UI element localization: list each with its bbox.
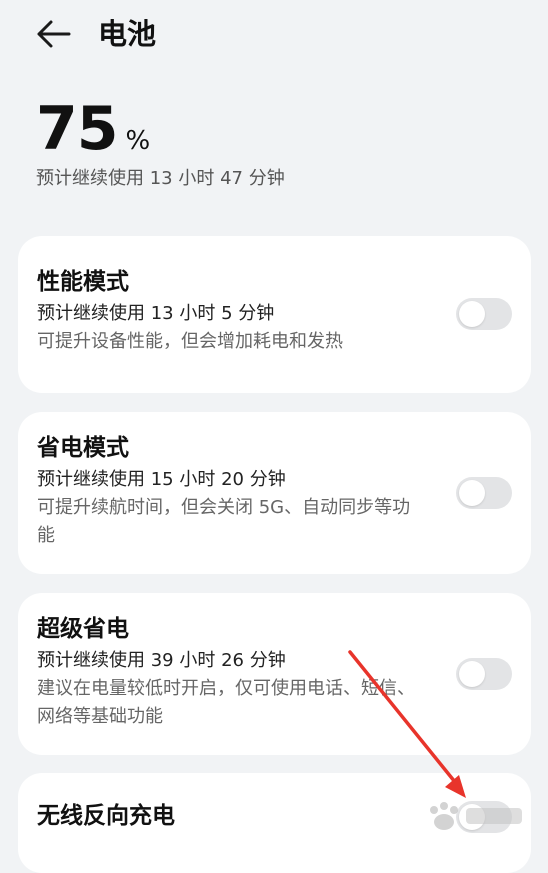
performance-mode-text: 性能模式 预计继续使用 13 小时 5 分钟 可提升设备性能，但会增加耗电和发热 (37, 266, 437, 356)
performance-mode-card[interactable]: 性能模式 预计继续使用 13 小时 5 分钟 可提升设备性能，但会增加耗电和发热 (18, 236, 531, 393)
toggle-knob (459, 301, 485, 327)
battery-summary: 75 % 预计继续使用 13 小时 47 分钟 (36, 96, 285, 192)
battery-unit: % (125, 126, 151, 156)
power-saving-mode-text: 省电模式 预计继续使用 15 小时 20 分钟 可提升续航时间，但会关闭 5G、… (37, 432, 417, 550)
power-saving-mode-card[interactable]: 省电模式 预计继续使用 15 小时 20 分钟 可提升续航时间，但会关闭 5G、… (18, 412, 531, 574)
wireless-reverse-charging-text: 无线反向充电 (37, 800, 437, 832)
watermark-logo (430, 802, 522, 830)
battery-level: 75 % (36, 96, 285, 162)
card-description: 建议在电量较低时开启，仅可使用电话、短信、网络等基础功能 (37, 678, 415, 727)
toggle-knob (459, 661, 485, 687)
battery-estimate: 预计继续使用 13 小时 47 分钟 (36, 168, 285, 189)
card-estimate: 预计继续使用 39 小时 26 分钟 (37, 650, 286, 671)
ultra-power-saving-text: 超级省电 预计继续使用 39 小时 26 分钟 建议在电量较低时开启，仅可使用电… (37, 613, 427, 731)
back-button[interactable] (30, 14, 76, 54)
card-description: 可提升续航时间，但会关闭 5G、自动同步等功能 (37, 497, 411, 546)
ultra-power-saving-card[interactable]: 超级省电 预计继续使用 39 小时 26 分钟 建议在电量较低时开启，仅可使用电… (18, 593, 531, 755)
card-estimate: 预计继续使用 15 小时 20 分钟 (37, 469, 286, 490)
card-description: 可提升设备性能，但会增加耗电和发热 (37, 331, 343, 352)
page-title: 电池 (98, 17, 157, 51)
app-header: 电池 (0, 0, 548, 70)
card-title: 性能模式 (37, 269, 129, 295)
card-title: 无线反向充电 (37, 803, 175, 829)
toggle-knob (459, 480, 485, 506)
battery-value: 75 (36, 94, 118, 164)
back-arrow-icon (37, 20, 71, 48)
card-title: 超级省电 (37, 616, 129, 642)
power-saving-mode-toggle[interactable] (456, 477, 512, 509)
ultra-power-saving-toggle[interactable] (456, 658, 512, 690)
card-title: 省电模式 (37, 435, 129, 461)
card-estimate: 预计继续使用 13 小时 5 分钟 (37, 303, 275, 324)
performance-mode-toggle[interactable] (456, 298, 512, 330)
